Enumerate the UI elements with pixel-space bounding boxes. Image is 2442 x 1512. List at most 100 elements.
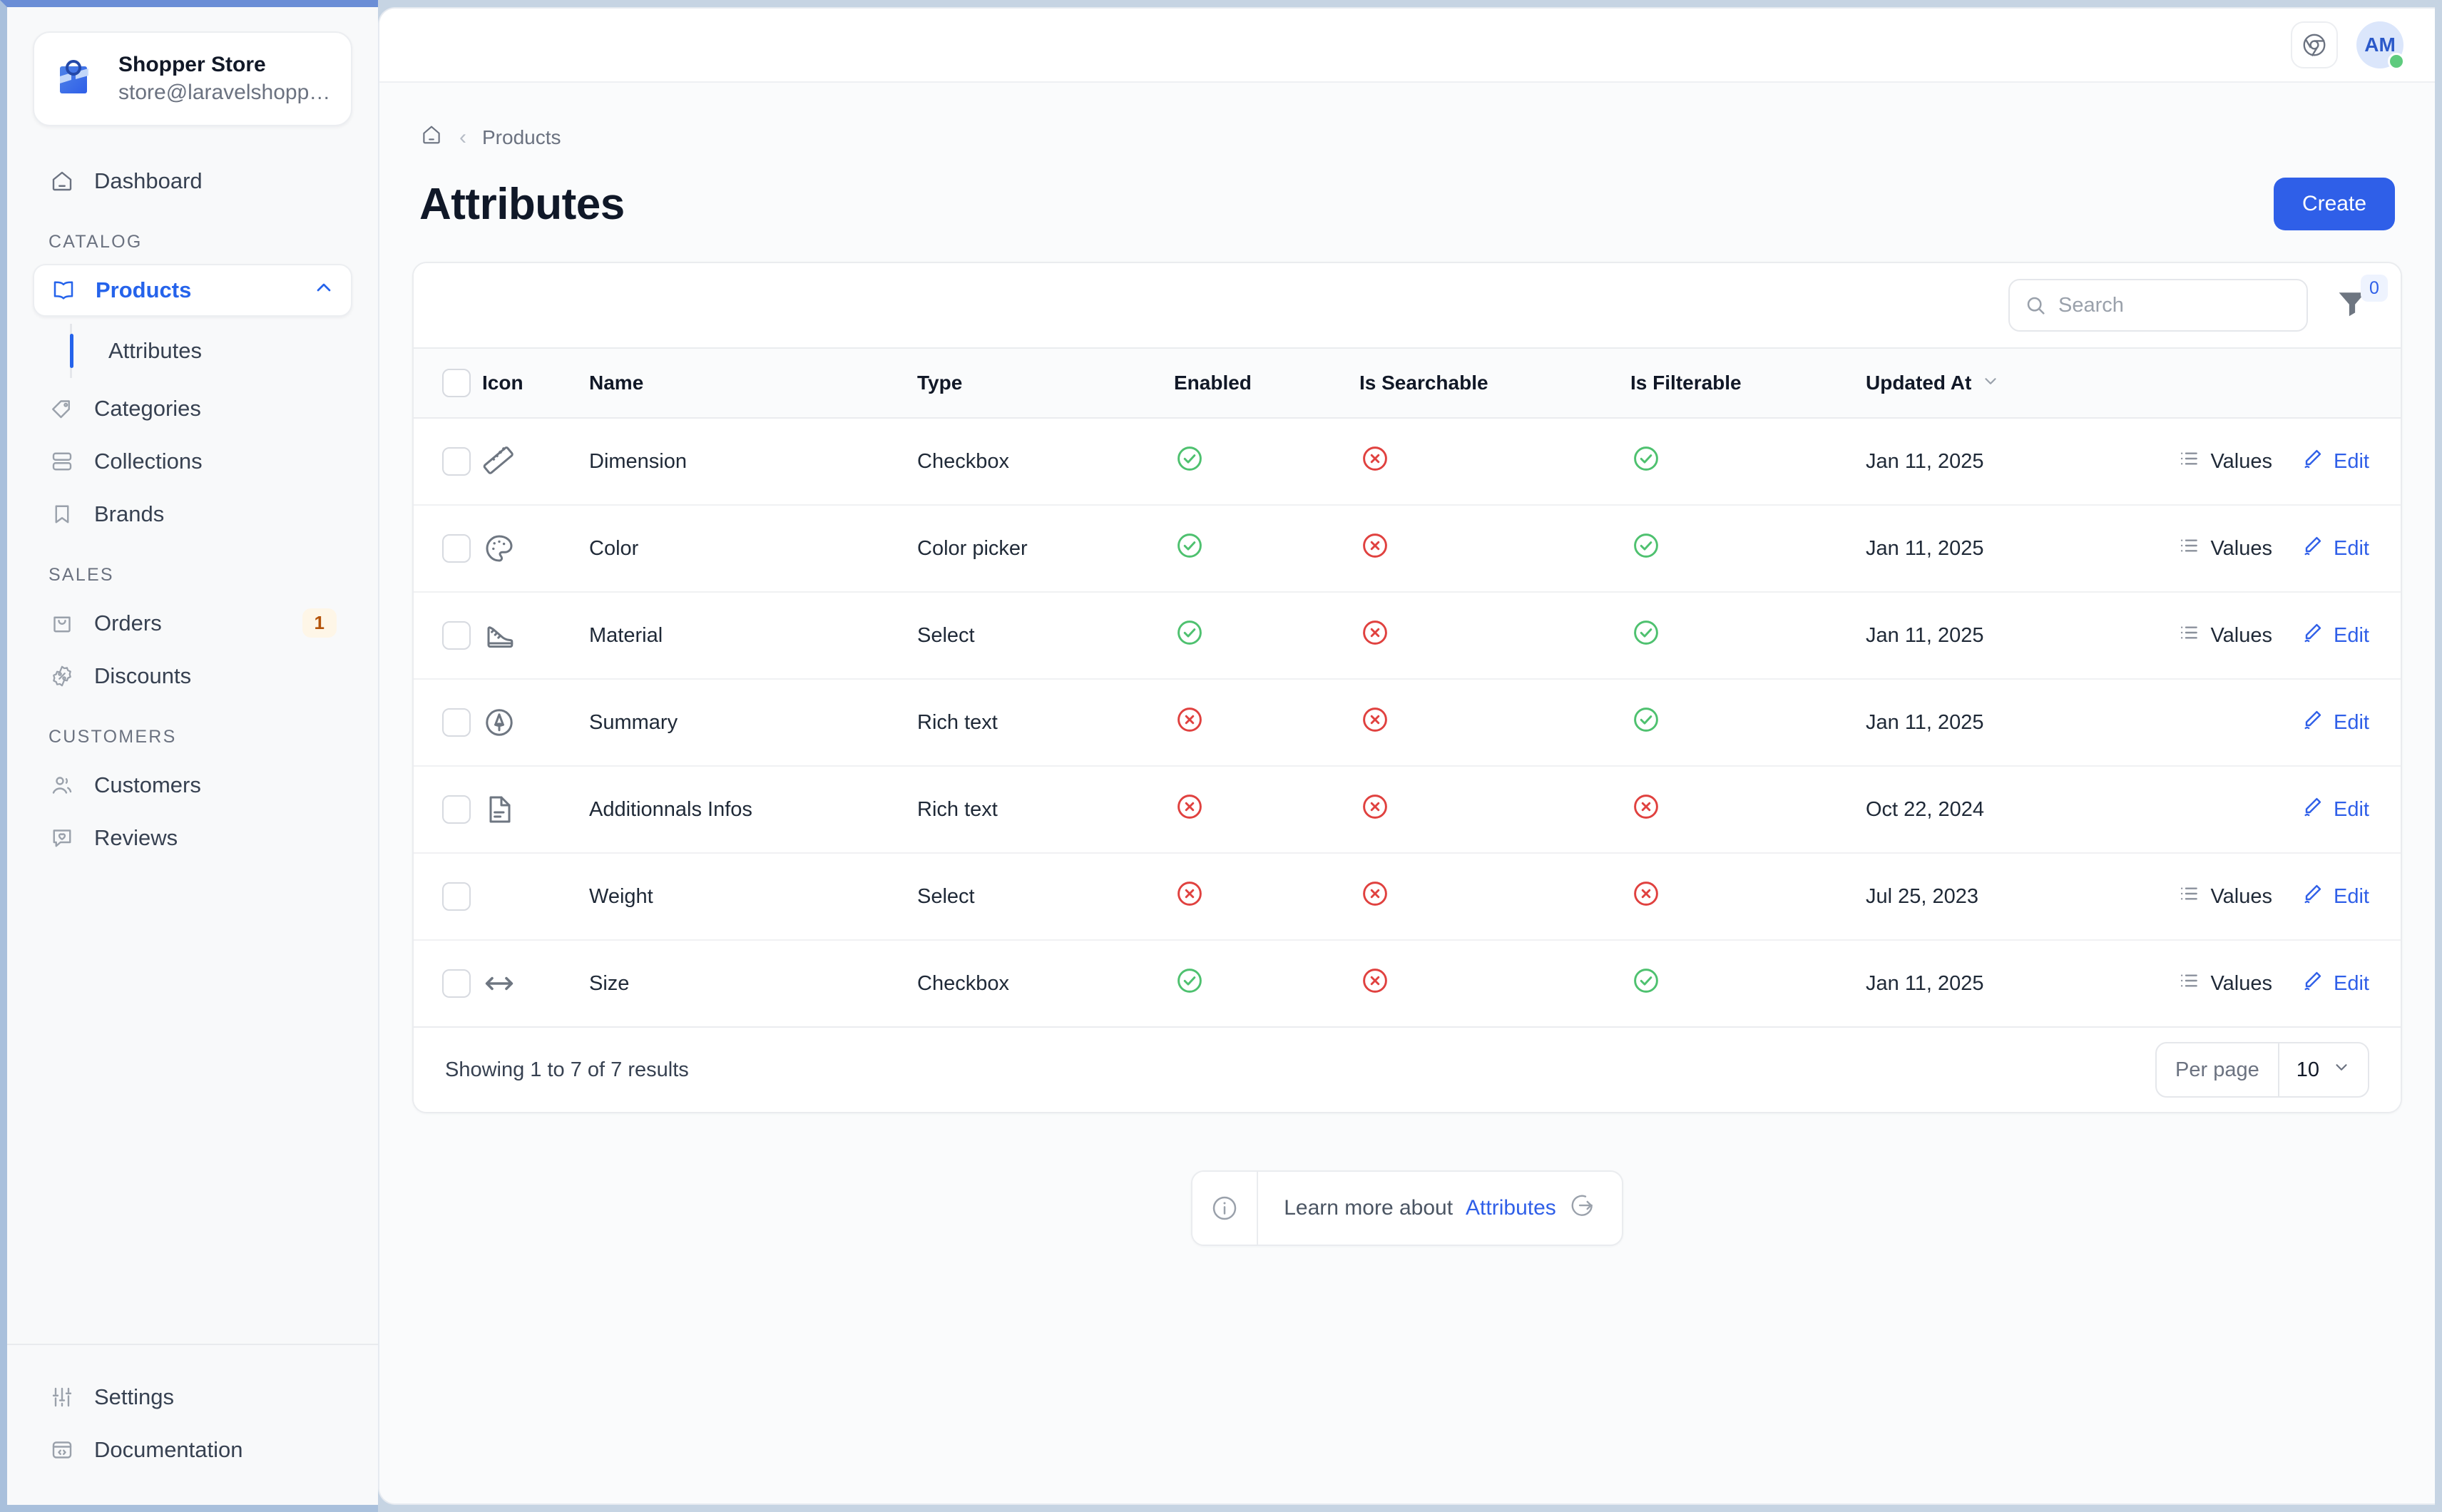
attribute-name: Additionnals Infos xyxy=(589,798,752,821)
select-all-checkbox[interactable] xyxy=(442,369,471,397)
app-root: Shopper Store store@laravelshopper... Da… xyxy=(0,0,2442,1512)
sidebar-item-attributes[interactable]: Attributes xyxy=(70,324,352,378)
list-icon xyxy=(2177,969,2200,998)
bag-icon xyxy=(48,610,76,637)
edit-button[interactable]: Edit xyxy=(2301,795,2369,824)
collections-icon xyxy=(48,448,76,475)
sidebar-item-customers[interactable]: Customers xyxy=(33,759,352,812)
column-header-updated-at[interactable]: Updated At xyxy=(1866,348,2151,418)
per-page-control[interactable]: Per page 10 xyxy=(2155,1042,2369,1098)
row-checkbox[interactable] xyxy=(442,708,471,737)
x-circle-icon xyxy=(1359,892,1391,914)
sidebar-item-products[interactable]: Products xyxy=(33,264,352,317)
sidebar-item-orders[interactable]: Orders 1 xyxy=(33,597,352,650)
row-actions-cell: Values Edit xyxy=(2151,592,2401,679)
select-all-header xyxy=(414,348,482,418)
table-body: DimensionCheckboxJan 11, 2025ValuesEditC… xyxy=(414,418,2401,1027)
table-toolbar: 0 xyxy=(414,263,2401,347)
sidebar-item-brands[interactable]: Brands xyxy=(33,488,352,541)
chrome-icon[interactable] xyxy=(2291,21,2338,68)
sidebar-item-label: Products xyxy=(96,277,294,303)
row-updated-at-cell: Oct 22, 2024 xyxy=(1866,766,2151,853)
attribute-type: Color picker xyxy=(917,537,1028,560)
row-searchable-cell xyxy=(1359,853,1630,940)
avatar[interactable]: AM xyxy=(2356,21,2403,68)
sidebar-item-documentation[interactable]: Documentation xyxy=(33,1424,352,1476)
check-circle-icon xyxy=(1630,456,1662,479)
row-filterable-cell xyxy=(1630,592,1866,679)
values-button[interactable]: Values xyxy=(2177,447,2272,476)
create-button[interactable]: Create xyxy=(2274,178,2395,230)
breadcrumb-item-products[interactable]: Products xyxy=(482,126,561,149)
table-row[interactable]: SummaryRich textJan 11, 2025Edit xyxy=(414,679,2401,766)
orders-badge: 1 xyxy=(302,608,337,638)
pencil-icon xyxy=(2301,795,2324,824)
row-updated-at-cell: Jan 11, 2025 xyxy=(1866,418,2151,505)
table-row[interactable]: DimensionCheckboxJan 11, 2025ValuesEdit xyxy=(414,418,2401,505)
sidebar-section-customers: CUSTOMERS xyxy=(33,703,352,759)
column-header-icon: Icon xyxy=(482,348,589,418)
learn-more-text: Learn more about xyxy=(1284,1196,1453,1220)
check-circle-icon xyxy=(1174,456,1205,479)
values-button[interactable]: Values xyxy=(2177,882,2272,911)
filter-button[interactable]: 0 xyxy=(2334,285,2372,326)
list-icon xyxy=(2177,621,2200,650)
arrow-right-circle-icon[interactable] xyxy=(1569,1192,1596,1225)
sidebar-item-reviews[interactable]: Reviews xyxy=(33,812,352,864)
learn-more-link[interactable]: Attributes xyxy=(1466,1196,1556,1220)
row-checkbox[interactable] xyxy=(442,795,471,824)
search-input[interactable] xyxy=(2008,279,2308,332)
per-page-select[interactable]: 10 xyxy=(2278,1043,2368,1096)
page-content: ‹ Products Attributes Create xyxy=(379,83,2435,1503)
edit-button[interactable]: Edit xyxy=(2301,534,2369,563)
row-name-cell: Size xyxy=(589,940,917,1027)
edit-button[interactable]: Edit xyxy=(2301,969,2369,998)
table-footer: Showing 1 to 7 of 7 results Per page 10 xyxy=(414,1028,2401,1112)
row-checkbox[interactable] xyxy=(442,447,471,476)
home-icon[interactable] xyxy=(419,123,444,152)
sidebar-item-categories[interactable]: Categories xyxy=(33,382,352,435)
edit-button[interactable]: Edit xyxy=(2301,447,2369,476)
values-button[interactable]: Values xyxy=(2177,969,2272,998)
edit-button[interactable]: Edit xyxy=(2301,882,2369,911)
attribute-type: Select xyxy=(917,624,975,647)
tag-icon xyxy=(48,395,76,422)
sidebar-item-collections[interactable]: Collections xyxy=(33,435,352,488)
sidebar-item-dashboard[interactable]: Dashboard xyxy=(33,155,352,208)
table-row[interactable]: Color Color picker Jan 11, 2025 Values Edit xyxy=(414,505,2401,592)
store-meta: Shopper Store store@laravelshopper... xyxy=(118,51,331,106)
values-button[interactable]: Values xyxy=(2177,621,2272,650)
store-switcher[interactable]: Shopper Store store@laravelshopper... xyxy=(33,31,352,126)
check-circle-icon xyxy=(1174,630,1205,653)
updated-at-value: Jan 11, 2025 xyxy=(1866,537,1984,560)
table-row[interactable]: SizeCheckboxJan 11, 2025ValuesEdit xyxy=(414,940,2401,1027)
sidebar-item-discounts[interactable]: Discounts xyxy=(33,650,352,703)
row-select-cell xyxy=(414,505,482,592)
row-checkbox[interactable] xyxy=(442,534,471,563)
row-checkbox[interactable] xyxy=(442,621,471,650)
row-checkbox[interactable] xyxy=(442,882,471,911)
edit-label: Edit xyxy=(2334,450,2369,474)
row-select-cell xyxy=(414,592,482,679)
edit-button[interactable]: Edit xyxy=(2301,708,2369,737)
avatar-initials: AM xyxy=(2364,34,2396,56)
chat-heart-icon xyxy=(48,824,76,852)
table-row[interactable]: WeightSelectJul 25, 2023ValuesEdit xyxy=(414,853,2401,940)
sidebar-item-label: Documentation xyxy=(94,1437,337,1463)
attribute-name: Color xyxy=(589,537,638,560)
row-enabled-cell xyxy=(1174,418,1359,505)
row-select-cell xyxy=(414,853,482,940)
row-icon-cell xyxy=(482,766,589,853)
row-actions-cell: Values Edit xyxy=(2151,418,2401,505)
row-checkbox[interactable] xyxy=(442,969,471,998)
edit-button[interactable]: Edit xyxy=(2301,621,2369,650)
sidebar-item-settings[interactable]: Settings xyxy=(33,1371,352,1424)
chevron-up-icon[interactable] xyxy=(312,276,335,305)
table-row[interactable]: MaterialSelectJan 11, 2025ValuesEdit xyxy=(414,592,2401,679)
row-updated-at-cell: Jul 25, 2023 xyxy=(1866,853,2151,940)
row-searchable-cell xyxy=(1359,679,1630,766)
row-type-cell: Color picker xyxy=(917,505,1174,592)
table-row[interactable]: Additionnals InfosRich textOct 22, 2024E… xyxy=(414,766,2401,853)
learn-more-box[interactable]: Learn more about Attributes xyxy=(1191,1170,1623,1246)
values-button[interactable]: Values xyxy=(2177,534,2272,563)
